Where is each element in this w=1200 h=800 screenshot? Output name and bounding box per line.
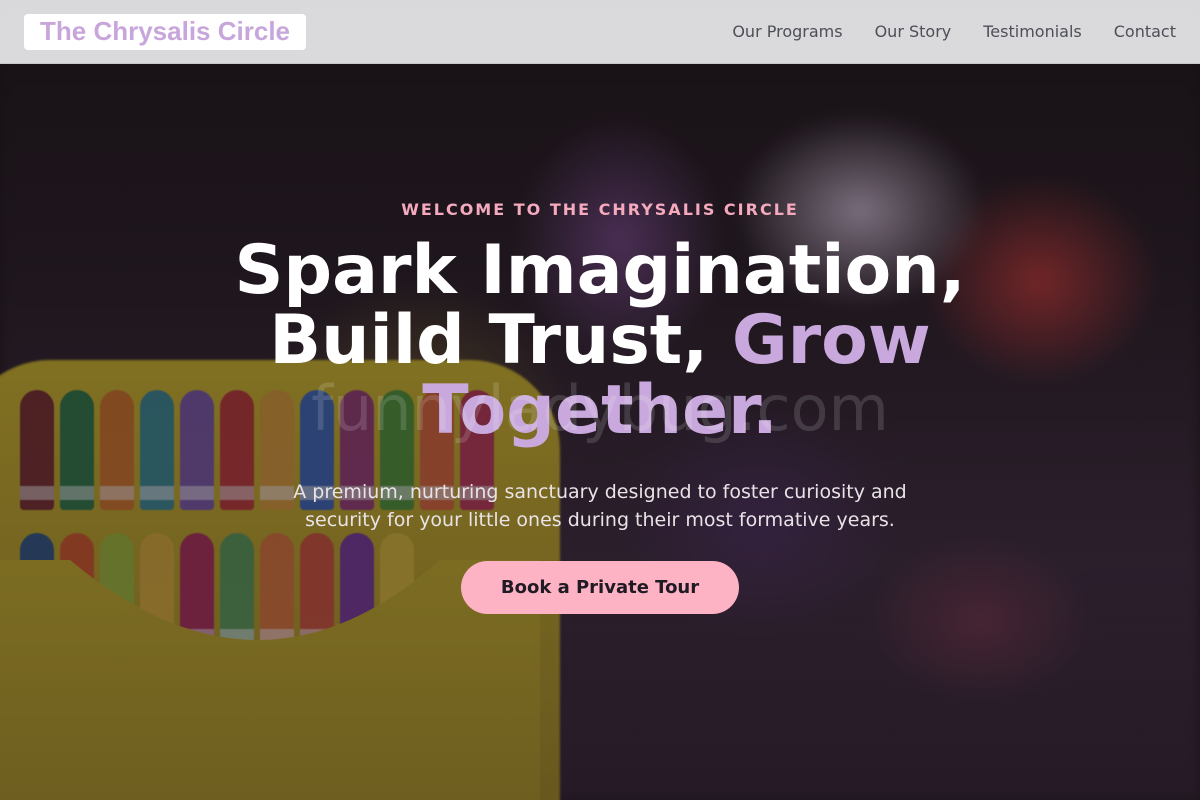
page: The Chrysalis Circle Our Programs Our St… — [0, 0, 1200, 800]
hero-eyebrow: WELCOME TO THE CHRYSALIS CIRCLE — [401, 200, 799, 219]
nav-link-testimonials[interactable]: Testimonials — [983, 22, 1082, 41]
nav-link-our-story[interactable]: Our Story — [875, 22, 952, 41]
hero-subtext: A premium, nurturing sanctuary designed … — [293, 481, 907, 531]
main-nav: Our Programs Our Story Testimonials Cont… — [732, 22, 1176, 41]
nav-link-contact[interactable]: Contact — [1114, 22, 1176, 41]
nav-link-our-programs[interactable]: Our Programs — [732, 22, 842, 41]
hero-section: WELCOME TO THE CHRYSALIS CIRCLE funnylad… — [0, 64, 1200, 800]
book-private-tour-button[interactable]: Book a Private Tour — [461, 561, 739, 614]
brand-logo-link[interactable]: The Chrysalis Circle — [24, 13, 306, 50]
hero-headline: Spark Imagination, Build Trust, Grow Tog… — [150, 236, 1050, 446]
site-header: The Chrysalis Circle Our Programs Our St… — [0, 0, 1200, 64]
